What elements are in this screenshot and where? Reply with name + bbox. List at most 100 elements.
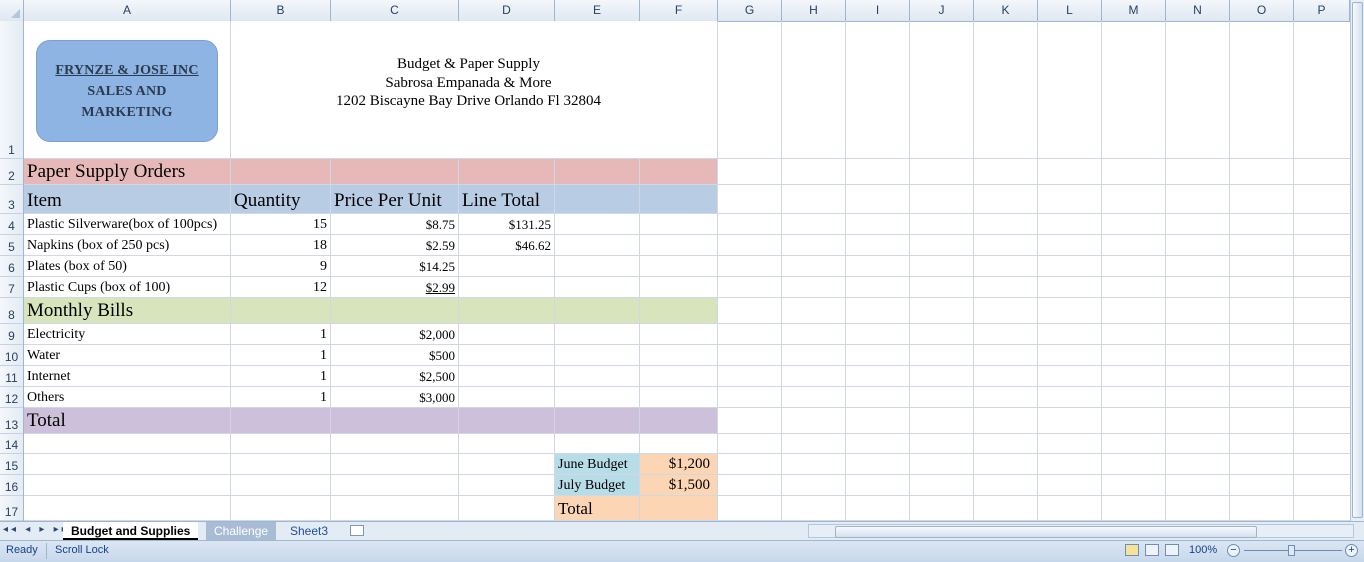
header-line-total[interactable]: Line Total: [459, 185, 579, 214]
header-price[interactable]: Price Per Unit: [331, 185, 459, 214]
vertical-scrollbar[interactable]: [1350, 0, 1364, 521]
col-header-g[interactable]: G: [718, 0, 782, 21]
row-header-6[interactable]: 6: [0, 256, 23, 277]
insert-sheet-icon[interactable]: [350, 525, 364, 536]
row-header-13[interactable]: 13: [0, 408, 23, 434]
section-title-bills[interactable]: Monthly Bills: [24, 298, 424, 324]
row-header-5[interactable]: 5: [0, 235, 23, 256]
row-header-11[interactable]: 11: [0, 366, 23, 387]
col-header-n[interactable]: N: [1166, 0, 1230, 21]
zoom-out-icon[interactable]: −: [1227, 544, 1240, 557]
company-address: Budget & Paper Supply Sabrosa Empanada &…: [230, 55, 707, 111]
row-header-2[interactable]: 2: [0, 159, 23, 185]
col-header-b[interactable]: B: [231, 0, 331, 21]
item-price-cell[interactable]: $14.25: [331, 256, 459, 277]
col-header-l[interactable]: L: [1038, 0, 1102, 21]
sheet-tab-sheet3[interactable]: Sheet3: [282, 522, 336, 540]
june-budget-label[interactable]: June Budget: [555, 454, 640, 475]
col-header-m[interactable]: M: [1102, 0, 1166, 21]
row-header-3[interactable]: 3: [0, 185, 23, 214]
zoom-slider-thumb[interactable]: [1288, 545, 1295, 556]
excel-window: A B C D E F G H I J K L M N O P 1 2 3 4 …: [0, 0, 1364, 562]
bill-price-cell[interactable]: $3,000: [331, 387, 459, 408]
col-header-a[interactable]: A: [24, 0, 231, 21]
item-name-cell[interactable]: Plastic Silverware(box of 100pcs): [24, 214, 230, 235]
col-header-f[interactable]: F: [640, 0, 718, 21]
row-header-9[interactable]: 9: [0, 324, 23, 345]
budget-total-label[interactable]: Total: [555, 496, 675, 521]
select-all-corner[interactable]: [0, 0, 24, 21]
col-header-e[interactable]: E: [555, 0, 640, 21]
status-divider: [46, 543, 47, 559]
item-qty-cell[interactable]: 12: [231, 277, 331, 298]
item-price-cell[interactable]: $2.59: [331, 235, 459, 256]
row-header-15[interactable]: 15: [0, 454, 23, 475]
logo-line-1: FRYNZE & JOSE INC: [55, 62, 199, 78]
sheet-tab-challenge[interactable]: Challenge: [206, 522, 277, 540]
zoom-in-icon[interactable]: +: [1345, 544, 1358, 557]
col-header-h[interactable]: H: [782, 0, 846, 21]
bill-name-cell[interactable]: Electricity: [24, 324, 230, 345]
logo-line-2: SALES AND: [87, 83, 167, 99]
horizontal-scroll-thumb[interactable]: [835, 526, 1257, 538]
row-header-10[interactable]: 10: [0, 345, 23, 366]
section-title-total[interactable]: Total: [24, 408, 224, 434]
worksheet-grid[interactable]: FRYNZE & JOSE INC SALES AND MARKETING Bu…: [24, 21, 1350, 521]
row-header-17[interactable]: 17: [0, 496, 23, 521]
page-break-view-icon[interactable]: [1165, 544, 1179, 556]
col-header-p[interactable]: P: [1294, 0, 1350, 21]
item-name-cell[interactable]: Plates (box of 50): [24, 256, 230, 277]
july-budget-value[interactable]: $1,500: [640, 475, 718, 496]
bill-price-cell[interactable]: $2,000: [331, 324, 459, 345]
zoom-level[interactable]: 100%: [1189, 544, 1217, 556]
horizontal-scrollbar[interactable]: [808, 524, 1354, 538]
col-header-c[interactable]: C: [331, 0, 459, 21]
status-scroll-lock: Scroll Lock: [55, 544, 109, 556]
company-logo-shape[interactable]: FRYNZE & JOSE INC SALES AND MARKETING: [36, 40, 218, 142]
bill-name-cell[interactable]: Others: [24, 387, 230, 408]
row-header-4[interactable]: 4: [0, 214, 23, 235]
bill-name-cell[interactable]: Water: [24, 345, 230, 366]
bill-price-cell[interactable]: $2,500: [331, 366, 459, 387]
header-quantity[interactable]: Quantity: [231, 185, 331, 214]
bill-name-cell[interactable]: Internet: [24, 366, 230, 387]
item-qty-cell[interactable]: 15: [231, 214, 331, 235]
bill-qty-cell[interactable]: 1: [231, 345, 331, 366]
page-layout-view-icon[interactable]: [1145, 544, 1159, 556]
bill-qty-cell[interactable]: 1: [231, 324, 331, 345]
vertical-scroll-thumb[interactable]: [1352, 2, 1363, 518]
item-price-cell[interactable]: $8.75: [331, 214, 459, 235]
sheet-tab-budget[interactable]: Budget and Supplies: [63, 522, 199, 540]
header-item[interactable]: Item: [24, 185, 230, 214]
item-qty-cell[interactable]: 9: [231, 256, 331, 277]
col-header-i[interactable]: I: [846, 0, 910, 21]
row-header-1[interactable]: 1: [0, 21, 23, 159]
address-line-2: Sabrosa Empanada & More: [385, 74, 552, 91]
col-header-k[interactable]: K: [974, 0, 1038, 21]
item-price-cell[interactable]: $2.99: [331, 277, 459, 298]
item-qty-cell[interactable]: 18: [231, 235, 331, 256]
row-header-bar: 1 2 3 4 5 6 7 8 9 10 11 12 13 14 15 16 1…: [0, 21, 24, 521]
row-header-8[interactable]: 8: [0, 298, 23, 324]
col-header-o[interactable]: O: [1230, 0, 1294, 21]
row-header-12[interactable]: 12: [0, 387, 23, 408]
section-title-paper[interactable]: Paper Supply Orders: [24, 159, 424, 185]
row-header-7[interactable]: 7: [0, 277, 23, 298]
col-header-d[interactable]: D: [459, 0, 555, 21]
item-name-cell[interactable]: Plastic Cups (box of 100): [24, 277, 230, 298]
normal-view-icon[interactable]: [1125, 544, 1139, 556]
col-header-j[interactable]: J: [910, 0, 974, 21]
sheet-nav-arrows-icon[interactable]: ◂◂ ◂ ▸ ▸▸: [3, 524, 70, 535]
status-ready: Ready: [6, 544, 38, 556]
bill-qty-cell[interactable]: 1: [231, 366, 331, 387]
july-budget-label[interactable]: July Budget: [555, 475, 640, 496]
item-total-cell[interactable]: $131.25: [459, 214, 555, 235]
row-header-16[interactable]: 16: [0, 475, 23, 496]
item-total-cell[interactable]: $46.62: [459, 235, 555, 256]
item-name-cell[interactable]: Napkins (box of 250 pcs): [24, 235, 230, 256]
row-header-14[interactable]: 14: [0, 434, 23, 454]
bill-qty-cell[interactable]: 1: [231, 387, 331, 408]
june-budget-value[interactable]: $1,200: [640, 454, 718, 475]
bill-price-cell[interactable]: $500: [331, 345, 459, 366]
address-line-3: 1202 Biscayne Bay Drive Orlando Fl 32804: [336, 93, 601, 109]
